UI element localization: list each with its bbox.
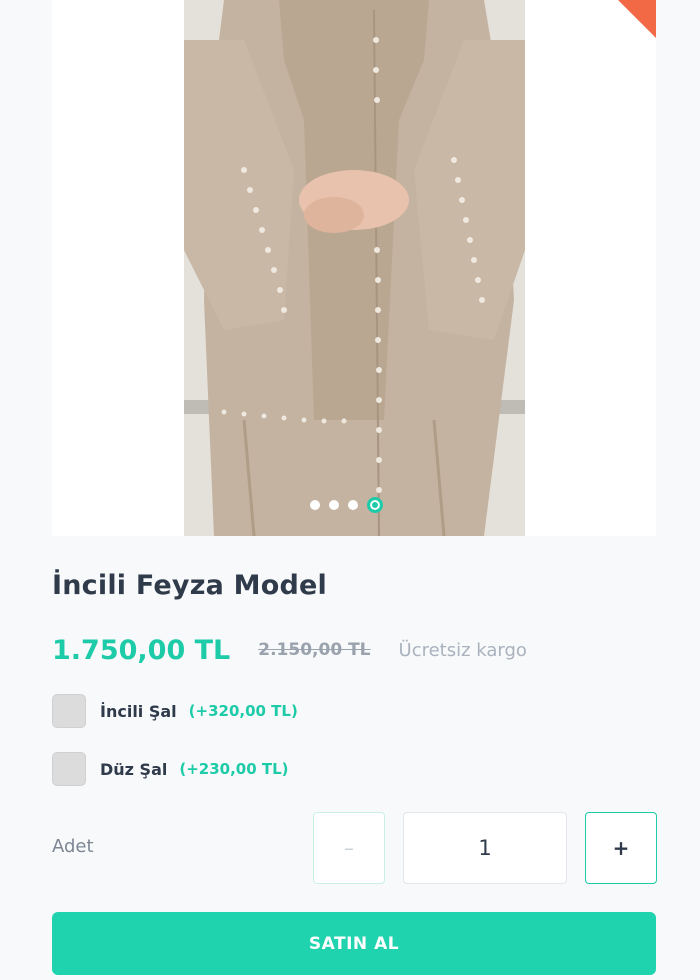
product-photo[interactable] — [184, 0, 525, 536]
product-title: İncili Feyza Model — [52, 570, 327, 601]
option-price: (+230,00 TL) — [179, 760, 289, 778]
free-shipping-note: Ücretsiz kargo — [398, 639, 527, 661]
old-price: 2.150,00 TL — [258, 640, 371, 660]
carousel-dot[interactable] — [310, 500, 320, 510]
carousel-dot[interactable] — [329, 500, 339, 510]
option-pearl-shawl[interactable]: İncili Şal (+320,00 TL) — [52, 694, 298, 728]
price-row: 1.750,00 TL 2.150,00 TL Ücretsiz kargo — [52, 630, 527, 670]
option-label: Düz Şal — [100, 759, 168, 779]
option-price: (+320,00 TL) — [188, 702, 298, 720]
quantity-increase-button[interactable]: + — [585, 812, 657, 884]
quantity-label: Adet — [52, 836, 94, 857]
current-price: 1.750,00 TL — [52, 634, 231, 666]
buy-button[interactable]: SATIN AL — [52, 912, 656, 975]
carousel-indicators — [310, 497, 383, 513]
carousel-dot-active[interactable] — [367, 497, 383, 513]
option-label: İncili Şal — [100, 701, 177, 721]
quantity-decrease-button[interactable]: – — [313, 812, 385, 884]
product-image-gallery[interactable] — [52, 0, 656, 536]
option-checkbox[interactable] — [52, 752, 86, 786]
discount-ribbon — [618, 0, 656, 38]
option-plain-shawl[interactable]: Düz Şal (+230,00 TL) — [52, 752, 289, 786]
option-checkbox[interactable] — [52, 694, 86, 728]
product-photo-illustration — [184, 0, 525, 536]
carousel-dot[interactable] — [348, 500, 358, 510]
quantity-input[interactable]: 1 — [403, 812, 567, 884]
